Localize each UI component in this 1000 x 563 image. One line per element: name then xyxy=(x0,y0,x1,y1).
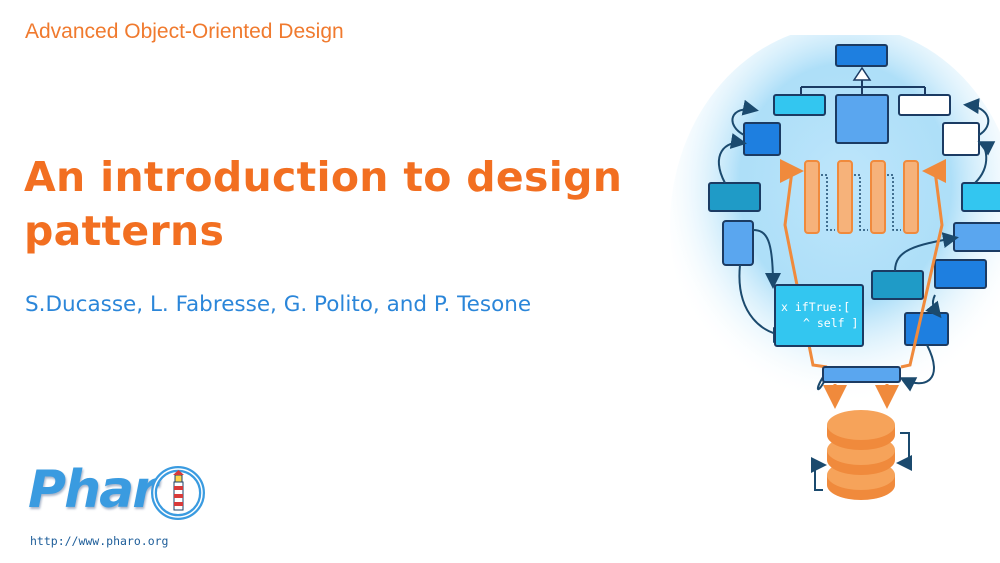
lightbulb-diagram-icon: x ifTrue:[ ^ self ] xyxy=(670,35,1000,500)
logo-wordmark: Phar xyxy=(28,460,158,520)
course-title: Advanced Object-Oriented Design xyxy=(25,20,344,43)
code-line-2: ^ self ] xyxy=(803,316,858,330)
authors: S.Ducasse, L. Fabresse, G. Polito, and P… xyxy=(25,292,532,317)
lighthouse-icon xyxy=(151,466,205,520)
pharo-logo[interactable]: Phar xyxy=(24,458,214,528)
code-line-1: x ifTrue:[ xyxy=(781,300,850,314)
pharo-url-link[interactable]: http://www.pharo.org xyxy=(30,534,168,548)
slide-title: An introduction to design patterns xyxy=(24,153,623,255)
